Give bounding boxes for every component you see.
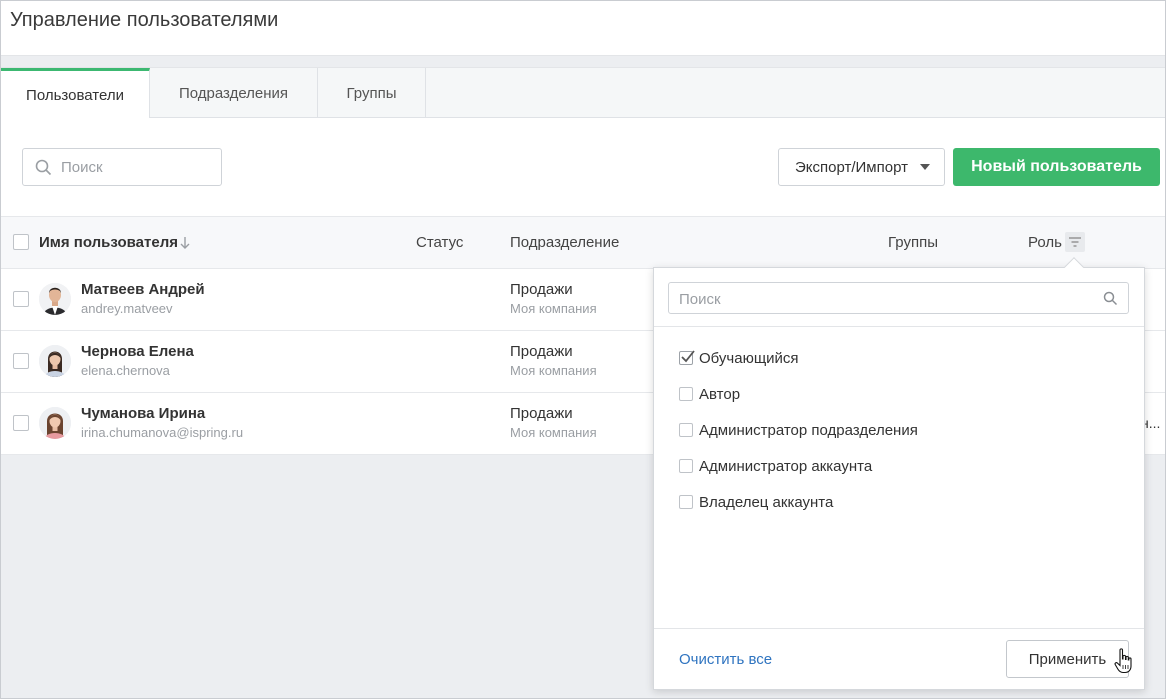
role-option-label: Обучающийся xyxy=(699,349,799,367)
search-icon xyxy=(1103,291,1118,306)
user-name[interactable]: Чуманова Ирина xyxy=(81,405,205,422)
row-checkbox[interactable] xyxy=(13,291,29,307)
sort-arrow-down-icon[interactable] xyxy=(179,236,191,250)
user-company: Моя компания xyxy=(510,363,597,378)
avatar xyxy=(39,407,71,439)
user-name[interactable]: Матвеев Андрей xyxy=(81,281,205,298)
app-window: Управление пользователями Пользователи П… xyxy=(0,0,1166,699)
role-search[interactable] xyxy=(668,282,1129,314)
user-login: elena.chernova xyxy=(81,363,170,378)
export-import-label: Экспорт/Импорт xyxy=(795,158,908,176)
role-option-label: Владелец аккаунта xyxy=(699,493,834,511)
table-header: Имя пользователя Статус Подразделение Гр… xyxy=(1,216,1165,269)
export-import-button[interactable]: Экспорт/Импорт xyxy=(778,148,945,186)
page-header: Управление пользователями xyxy=(1,1,1165,56)
new-user-button[interactable]: Новый пользователь xyxy=(953,148,1160,186)
caret-down-icon xyxy=(920,164,930,170)
clear-all-link[interactable]: Очистить все xyxy=(679,651,772,668)
column-header-role: Роль xyxy=(1028,234,1062,251)
page-title: Управление пользователями xyxy=(10,9,279,31)
user-company: Моя компания xyxy=(510,425,597,440)
user-search[interactable] xyxy=(22,148,222,186)
role-option-learner[interactable]: Обучающийся xyxy=(679,348,799,368)
checkbox-checked[interactable] xyxy=(679,350,695,365)
role-option-account-owner[interactable]: Владелец аккаунта xyxy=(679,492,833,512)
hand-cursor-icon xyxy=(1114,648,1132,674)
tab-groups[interactable]: Группы xyxy=(318,68,426,118)
tabs-bar: Пользователи Подразделения Группы xyxy=(1,67,1165,119)
tab-departments[interactable]: Подразделения xyxy=(150,68,318,118)
user-login: irina.chumanova@ispring.ru xyxy=(81,425,244,440)
filter-icon xyxy=(1069,237,1081,247)
row-checkbox[interactable] xyxy=(13,415,29,431)
role-option-label: Администратор аккаунта xyxy=(699,457,873,475)
column-header-department: Подразделение xyxy=(510,234,620,251)
column-header-status: Статус xyxy=(416,234,464,251)
checkbox[interactable] xyxy=(679,495,693,509)
search-input[interactable] xyxy=(61,157,211,177)
checkbox[interactable] xyxy=(679,423,693,437)
user-department: Продажи xyxy=(510,405,573,422)
role-search-input[interactable] xyxy=(679,289,1079,309)
checkmark-icon xyxy=(681,350,695,363)
role-option-account-admin[interactable]: Администратор аккаунта xyxy=(679,456,872,476)
search-icon xyxy=(35,159,52,176)
divider xyxy=(654,628,1144,629)
user-login: andrey.matveev xyxy=(81,301,173,316)
user-department: Продажи xyxy=(510,281,573,298)
column-header-name[interactable]: Имя пользователя xyxy=(39,234,178,251)
apply-button[interactable]: Применить xyxy=(1006,640,1129,678)
role-option-label: Администратор подразделения xyxy=(699,421,918,439)
role-filter-dropdown: Обучающийся Автор Администратор подразде… xyxy=(653,267,1145,690)
role-option-label: Автор xyxy=(699,385,741,403)
user-department: Продажи xyxy=(510,343,573,360)
user-company: Моя компания xyxy=(510,301,597,316)
checkbox[interactable] xyxy=(679,459,693,473)
tab-users[interactable]: Пользователи xyxy=(1,68,150,119)
avatar xyxy=(39,283,71,315)
checkbox[interactable] xyxy=(679,387,693,401)
role-option-author[interactable]: Автор xyxy=(679,384,740,404)
row-checkbox[interactable] xyxy=(13,353,29,369)
user-name[interactable]: Чернова Елена xyxy=(81,343,194,360)
avatar xyxy=(39,345,71,377)
select-all-checkbox[interactable] xyxy=(13,234,29,250)
column-header-groups: Группы xyxy=(888,234,938,251)
divider xyxy=(654,326,1144,327)
role-option-department-admin[interactable]: Администратор подразделения xyxy=(679,420,918,440)
role-filter-button[interactable] xyxy=(1065,232,1085,252)
